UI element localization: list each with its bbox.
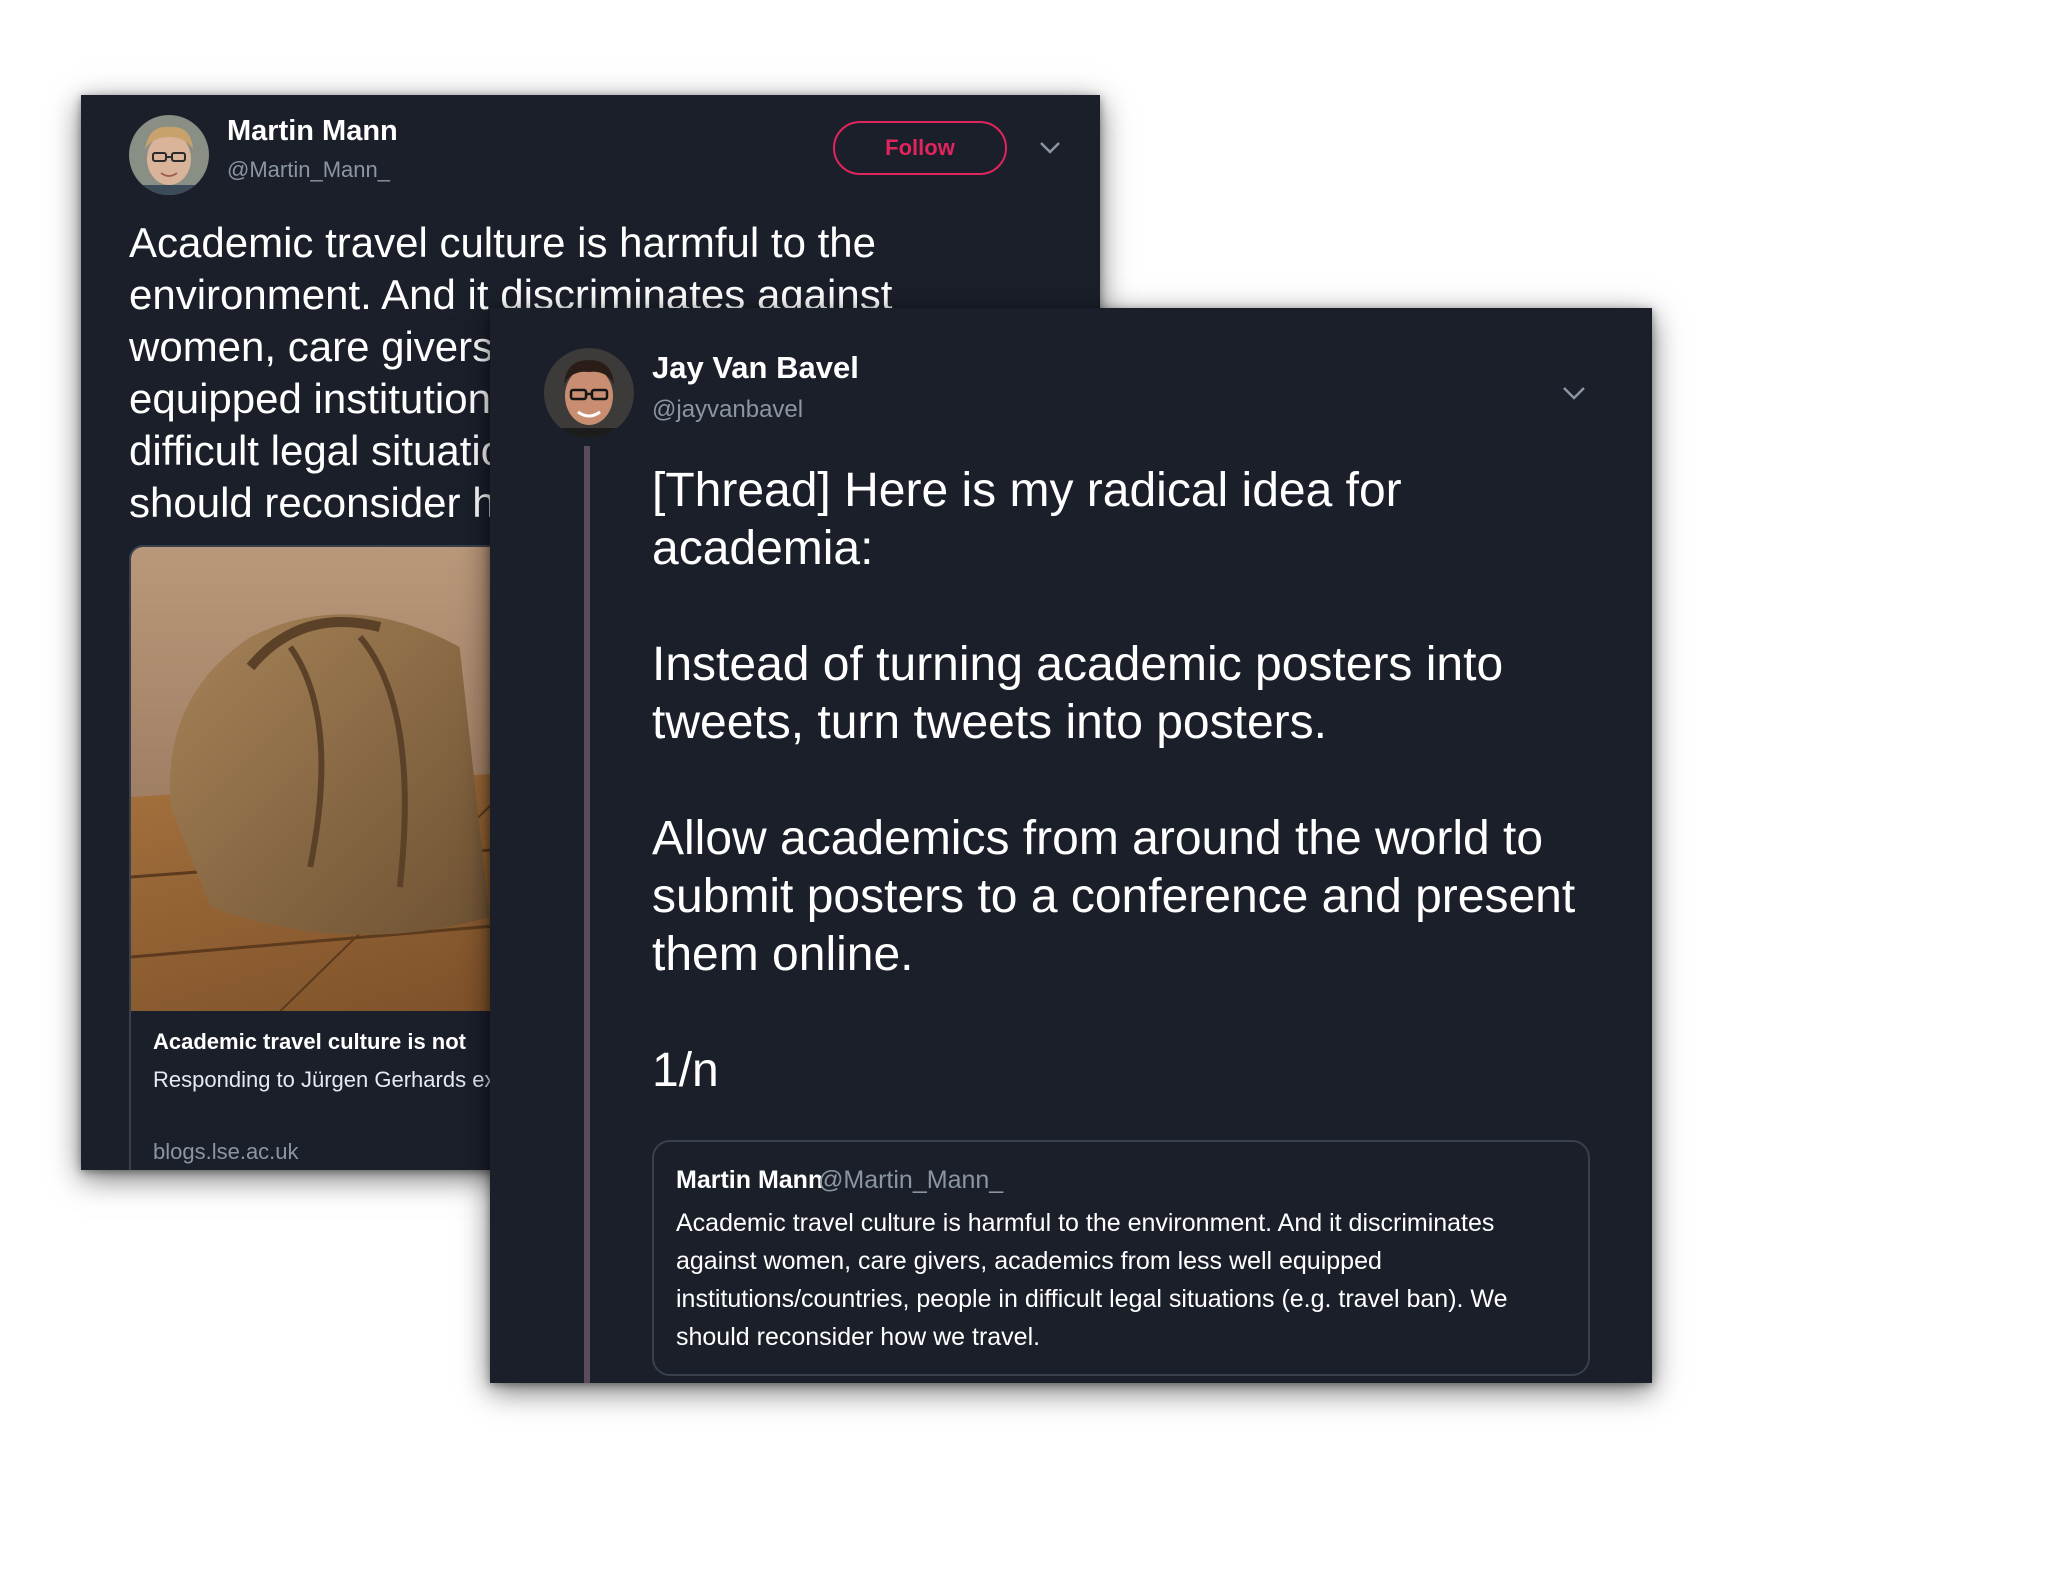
avatar[interactable]	[129, 115, 209, 195]
link-preview-title: Academic travel culture is not	[153, 1029, 466, 1054]
quoted-author-name: Martin Mann	[676, 1166, 824, 1194]
quoted-tweet-text: Academic travel culture is harmful to th…	[676, 1209, 1508, 1351]
author-name[interactable]: Martin Mann	[227, 115, 398, 148]
quoted-author-handle: @Martin_Mann_	[818, 1166, 1004, 1194]
author-handle[interactable]: @jayvanbavel	[652, 396, 803, 424]
author-name[interactable]: Jay Van Bavel	[652, 350, 859, 386]
tweet-paragraph: Instead of turning academic posters into…	[652, 638, 1504, 749]
tweet-paragraph: [Thread] Here is my radical idea for aca…	[652, 464, 1402, 575]
tweet-paragraph: Allow academics from around the world to…	[652, 812, 1576, 981]
thread-connector-line	[584, 446, 590, 1383]
author-handle[interactable]: @Martin_Mann_	[227, 157, 390, 183]
chevron-down-icon[interactable]	[1039, 141, 1061, 155]
chevron-down-icon[interactable]	[1562, 386, 1586, 401]
follow-button[interactable]: Follow	[833, 121, 1007, 175]
thread-counter: 1/n	[652, 1044, 719, 1097]
tweet-card-jay-van-bavel: Jay Van Bavel @jayvanbavel [Thread] Here…	[490, 308, 1652, 1383]
avatar[interactable]	[544, 348, 634, 438]
link-preview-domain: blogs.lse.ac.uk	[153, 1139, 299, 1164]
quoted-tweet[interactable]: Martin Mann @Martin_Mann_ Academic trave…	[652, 1140, 1590, 1376]
